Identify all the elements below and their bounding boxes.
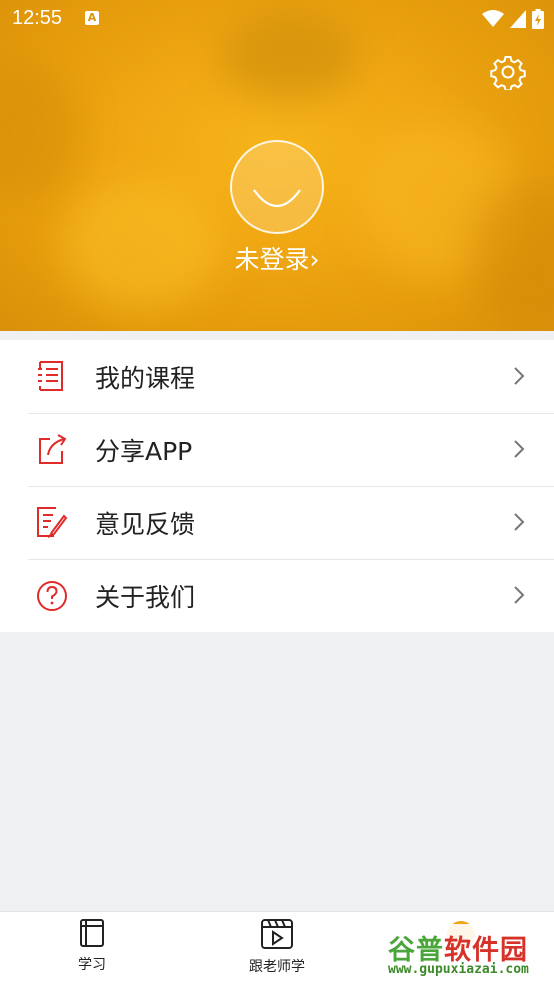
- menu-item-about-us[interactable]: 关于我们: [0, 559, 554, 632]
- menu-label: 意见反馈: [95, 509, 196, 539]
- notebook-icon: [80, 919, 104, 947]
- menu-list: 我的课程 分享APP 意见反馈 关于我们: [0, 340, 554, 632]
- chevron-right-icon: [514, 440, 525, 458]
- login-text: 未登录: [234, 245, 310, 274]
- menu-item-share-app[interactable]: 分享APP: [0, 413, 554, 486]
- status-time: 12:55: [12, 7, 63, 29]
- login-chevron: ›: [309, 245, 320, 274]
- cell-signal-icon: [510, 10, 526, 28]
- menu-label: 我的课程: [95, 363, 196, 393]
- chevron-right-icon: [514, 513, 525, 531]
- menu-label: 关于我们: [95, 582, 196, 612]
- video-play-icon: [261, 919, 293, 949]
- share-icon: [39, 434, 67, 464]
- menu-item-feedback[interactable]: 意见反馈: [0, 486, 554, 559]
- smile-face-icon: [253, 189, 301, 207]
- battery-charging-icon: [532, 9, 544, 29]
- question-icon: [37, 581, 67, 611]
- tab-label: 学习: [78, 957, 106, 973]
- tab-learn-from-teacher[interactable]: 跟老师学: [244, 918, 310, 976]
- chevron-right-icon: [514, 586, 525, 604]
- menu-item-my-courses[interactable]: 我的课程: [0, 340, 554, 413]
- status-bar: 12:55 A: [0, 0, 554, 38]
- chevron-right-icon: [514, 367, 525, 385]
- wifi-icon: [482, 10, 504, 27]
- login-link[interactable]: 未登录›: [0, 240, 554, 276]
- course-list-icon: [38, 361, 63, 391]
- notification-icon: A: [85, 11, 99, 25]
- header-texture: [0, 60, 80, 200]
- feedback-icon: [37, 507, 68, 539]
- profile-header: 12:55 A 未登录›: [0, 0, 554, 331]
- tab-study[interactable]: 学习: [72, 918, 112, 974]
- watermark: 谷普软件园 www.gupuxiazai.com: [386, 924, 554, 984]
- watermark-url: www.gupuxiazai.com: [388, 962, 529, 977]
- menu-label: 分享APP: [95, 436, 193, 466]
- settings-gear-icon[interactable]: [490, 54, 526, 90]
- status-icons: [482, 9, 544, 29]
- tab-label: 跟老师学: [249, 959, 305, 975]
- avatar[interactable]: [230, 140, 324, 234]
